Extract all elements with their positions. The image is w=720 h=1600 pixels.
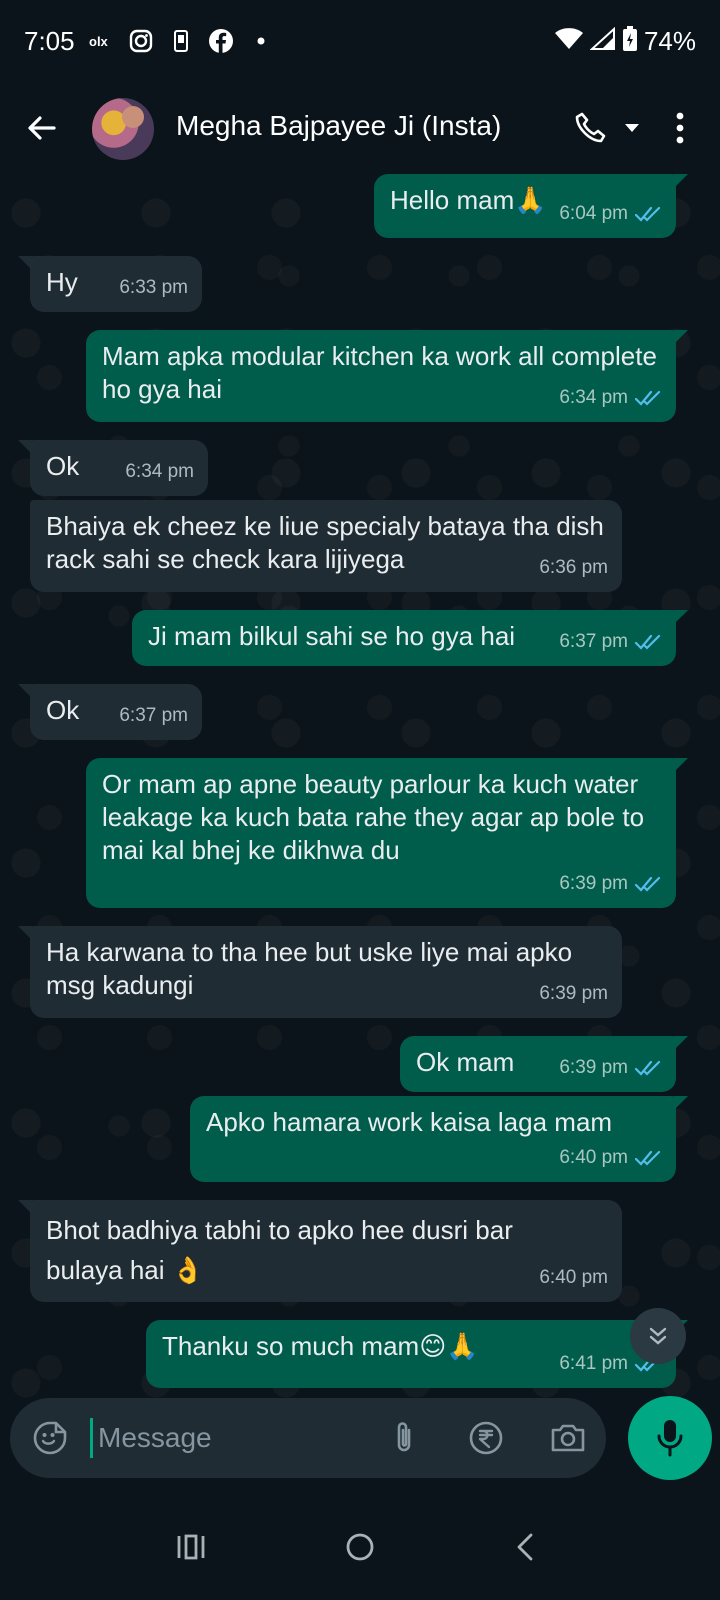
- message-incoming[interactable]: Hy 6:33 pm: [18, 256, 202, 312]
- message-text: Bhot badhiya tabhi to apko hee dusri bar…: [46, 1215, 521, 1285]
- message-time: 6:40 pm: [539, 1267, 608, 1288]
- message-time: 6:34 pm: [125, 461, 194, 482]
- microphone-button[interactable]: [628, 1396, 712, 1480]
- more-options-icon[interactable]: [662, 106, 698, 150]
- message-input[interactable]: [98, 1418, 358, 1458]
- notification-icons: olx: [88, 28, 274, 54]
- message-meta: 6:34 pm: [125, 455, 194, 488]
- camera-icon[interactable]: [546, 1416, 590, 1460]
- message-text: Ha karwana to tha hee but uske liye mai …: [46, 937, 580, 1000]
- double-check-icon: [634, 389, 662, 407]
- system-navigation-bar: [0, 1494, 720, 1600]
- scroll-to-bottom-button[interactable]: [630, 1308, 686, 1364]
- message-outgoing[interactable]: Or mam ap apne beauty parlour ka kuch wa…: [86, 758, 688, 908]
- message-time: 6:40 pm: [559, 1147, 628, 1168]
- olx-icon: olx: [88, 28, 114, 54]
- text-caret: [90, 1418, 93, 1458]
- message-time: 6:04 pm: [559, 203, 628, 224]
- message-meta: 6:34 pm: [559, 381, 662, 414]
- microphone-icon: [657, 1420, 683, 1457]
- message-time: 6:36 pm: [539, 557, 608, 578]
- message-time: 6:39 pm: [539, 983, 608, 1004]
- paperclip-icon[interactable]: [382, 1416, 426, 1460]
- message-text: Or mam ap apne beauty parlour ka kuch wa…: [102, 769, 652, 865]
- system-status: 74%: [554, 26, 696, 57]
- message-time: 6:37 pm: [119, 705, 188, 726]
- recent-apps-icon[interactable]: [166, 1522, 216, 1572]
- message-outgoing[interactable]: Hello mam🙏 6:04 pm: [374, 174, 688, 238]
- chat-messages[interactable]: Hello mam🙏 6:04 pm Hy 6:33 pm Mam apka m…: [0, 174, 720, 1400]
- back-nav-icon[interactable]: [500, 1522, 550, 1572]
- message-outgoing[interactable]: Ok mam 6:39 pm: [400, 1036, 688, 1092]
- message-meta: 6:40 pm: [539, 1261, 608, 1294]
- message-outgoing[interactable]: Ji mam bilkul sahi se ho gya hai 6:37 pm: [132, 610, 688, 666]
- message-meta: 6:39 pm: [539, 977, 608, 1010]
- message-meta: 6:33 pm: [119, 271, 188, 304]
- message-meta: 6:37 pm: [559, 625, 662, 658]
- emoji-sticker-icon[interactable]: [28, 1416, 72, 1460]
- contact-name[interactable]: Megha Bajpayee Ji (Insta): [176, 110, 501, 142]
- message-incoming[interactable]: Ok 6:34 pm: [18, 440, 208, 496]
- battery-percentage: 74%: [643, 26, 696, 56]
- message-text: Apko hamara work kaisa laga mam: [206, 1107, 613, 1137]
- chevron-down-icon[interactable]: [616, 112, 648, 144]
- message-meta: 6:40 pm: [559, 1141, 662, 1174]
- facebook-icon: [208, 28, 234, 54]
- phone-call-icon[interactable]: [568, 106, 612, 150]
- message-incoming[interactable]: Ok 6:37 pm: [18, 684, 202, 740]
- message-text: Bhaiya ek cheez ke liue specialy bataya …: [46, 511, 612, 574]
- message-incoming[interactable]: Ha karwana to tha hee but uske liye mai …: [18, 926, 622, 1018]
- message-meta: 6:04 pm: [559, 197, 662, 230]
- message-outgoing[interactable]: Mam apka modular kitchen ka work all com…: [86, 330, 688, 422]
- double-check-icon: [634, 875, 662, 893]
- message-incoming[interactable]: Bhot badhiya tabhi to apko hee dusri bar…: [18, 1200, 622, 1302]
- status-time: 7:05: [24, 26, 75, 56]
- message-outgoing[interactable]: Apko hamara work kaisa laga mam 6:40 pm: [190, 1096, 688, 1182]
- wifi-icon: [554, 27, 584, 56]
- message-time: 6:41 pm: [559, 1353, 628, 1374]
- message-meta: 6:39 pm: [559, 867, 662, 900]
- double-check-icon: [634, 1149, 662, 1167]
- back-arrow-icon[interactable]: [20, 106, 64, 150]
- message-time: 6:37 pm: [559, 631, 628, 652]
- avatar[interactable]: [92, 98, 154, 160]
- battery-icon: [622, 26, 638, 57]
- message-meta: 6:36 pm: [539, 551, 608, 584]
- message-time: 6:33 pm: [119, 277, 188, 298]
- double-chevron-down-icon: [649, 1327, 667, 1345]
- message-incoming[interactable]: Bhaiya ek cheez ke liue specialy bataya …: [30, 500, 622, 592]
- message-text: Ji mam bilkul sahi se ho gya hai: [148, 621, 516, 651]
- double-check-icon: [634, 205, 662, 223]
- chat-header: Megha Bajpayee Ji (Insta): [0, 84, 720, 174]
- signal-icon: [589, 26, 616, 56]
- dot-icon: [248, 28, 274, 54]
- instagram-icon: [128, 28, 154, 54]
- message-time: 6:34 pm: [559, 387, 628, 408]
- phone-device-icon: [168, 28, 194, 54]
- message-outgoing[interactable]: Thanku so much mam😊🙏 6:41 pm: [146, 1320, 688, 1388]
- status-bar: 7:05 olx 74%: [0, 0, 720, 84]
- message-meta: 6:39 pm: [559, 1051, 662, 1084]
- message-meta: 6:37 pm: [119, 699, 188, 732]
- message-time: 6:39 pm: [559, 1057, 628, 1078]
- svg-text:olx: olx: [89, 34, 109, 48]
- message-composer: [10, 1398, 606, 1478]
- home-icon[interactable]: [335, 1522, 385, 1572]
- double-check-icon: [634, 633, 662, 651]
- rupee-payment-icon[interactable]: [464, 1416, 508, 1460]
- double-check-icon: [634, 1059, 662, 1077]
- message-time: 6:39 pm: [559, 873, 628, 894]
